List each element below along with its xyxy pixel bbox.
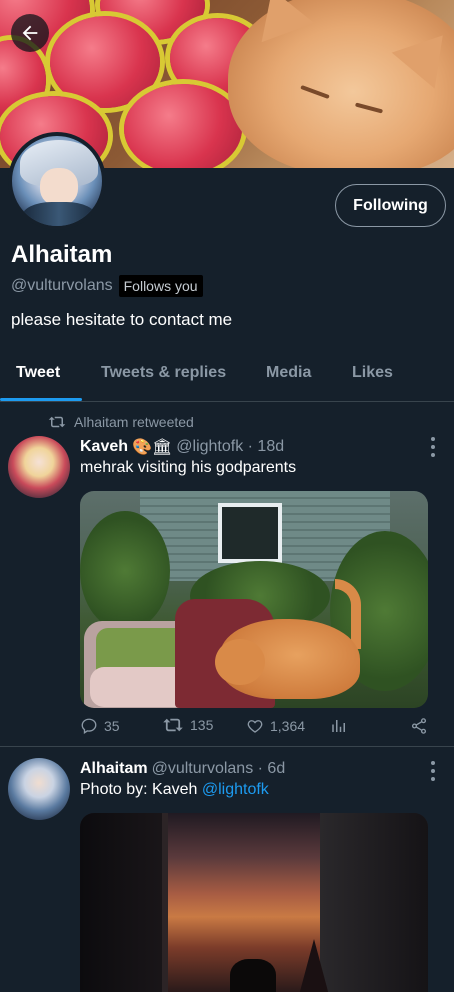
photo-window-frame xyxy=(162,813,168,992)
author-emoji: 🎨🏛 xyxy=(132,439,173,456)
tweet-text: Photo by: Kaveh @lightofk xyxy=(80,781,269,799)
share-button[interactable] xyxy=(410,717,428,735)
active-tab-indicator xyxy=(0,398,82,401)
avatar-face xyxy=(40,168,78,206)
photo-window xyxy=(218,503,282,563)
tweet-text: mehrak visiting his godparents xyxy=(80,459,297,476)
like-icon xyxy=(247,720,263,733)
analytics-button[interactable] xyxy=(330,717,348,735)
photo-tree-silhouette xyxy=(298,939,330,992)
banner-peach xyxy=(124,84,242,168)
avatar-clothing xyxy=(22,202,96,226)
tweet-divider xyxy=(0,746,454,747)
tweet-handle-time[interactable]: @lightofk · 18d xyxy=(176,438,284,456)
back-arrow-icon xyxy=(22,25,38,41)
reply-count: 35 xyxy=(104,718,120,734)
tab-media[interactable]: Media xyxy=(266,364,311,382)
profile-handle: @vulturvolans xyxy=(11,277,113,294)
tweet-mention-link[interactable]: @lightofk xyxy=(202,781,269,798)
tab-tweet[interactable]: Tweet xyxy=(16,364,60,382)
analytics-icon xyxy=(332,720,345,732)
profile-avatar[interactable] xyxy=(8,132,106,230)
tweet-header: Alhaitam @vulturvolans · 6d xyxy=(80,760,285,778)
tweet-handle-time[interactable]: @vulturvolans · 6d xyxy=(152,760,286,778)
photo-cat-head xyxy=(215,639,265,685)
reply-icon xyxy=(81,718,97,735)
tweet-actions: 35 135 1,364 xyxy=(80,713,434,741)
back-button[interactable] xyxy=(11,14,49,52)
retweet-button[interactable]: 135 xyxy=(162,717,213,733)
tab-tweets-replies[interactable]: Tweets & replies xyxy=(101,364,226,382)
more-icon[interactable] xyxy=(426,437,440,457)
retweet-count: 135 xyxy=(190,717,214,733)
tweet-author-name[interactable]: Alhaitam xyxy=(80,760,148,778)
tweet-media-image[interactable] xyxy=(80,813,428,992)
follows-you-badge: Follows you xyxy=(118,275,203,297)
retweet-note: Alhaitam retweeted xyxy=(48,414,194,430)
tweet-author-name[interactable]: Kaveh xyxy=(80,438,128,456)
tweet-media-image[interactable] xyxy=(80,491,428,708)
profile-tabs: Tweet Tweets & replies Media Likes xyxy=(0,352,454,402)
profile-bio: please hesitate to contact me xyxy=(11,310,233,329)
tweet-header: Kaveh 🎨🏛 @lightofk · 18d xyxy=(80,437,284,457)
profile-handle-row: @vulturvolans Follows you xyxy=(11,275,203,297)
profile-name: Alhaitam xyxy=(11,241,113,268)
photo-cat-silhouette xyxy=(230,959,276,992)
share-icon xyxy=(411,718,427,734)
photo-bush xyxy=(80,511,170,631)
reply-button[interactable]: 35 xyxy=(80,717,120,735)
photo-curtain xyxy=(320,813,428,992)
more-icon[interactable] xyxy=(426,761,440,781)
retweet-note-text: Alhaitam retweeted xyxy=(74,414,194,430)
following-button[interactable]: Following xyxy=(335,184,446,227)
retweet-icon xyxy=(48,416,66,428)
tweet-text-prefix: Photo by: Kaveh xyxy=(80,781,202,798)
like-button[interactable]: 1,364 xyxy=(246,717,305,735)
tab-likes[interactable]: Likes xyxy=(352,364,393,382)
tweet-avatar[interactable] xyxy=(8,436,70,498)
retweet-icon xyxy=(163,718,183,732)
tweet-avatar[interactable] xyxy=(8,758,70,820)
photo-curtain xyxy=(80,813,166,992)
like-count: 1,364 xyxy=(270,718,306,734)
